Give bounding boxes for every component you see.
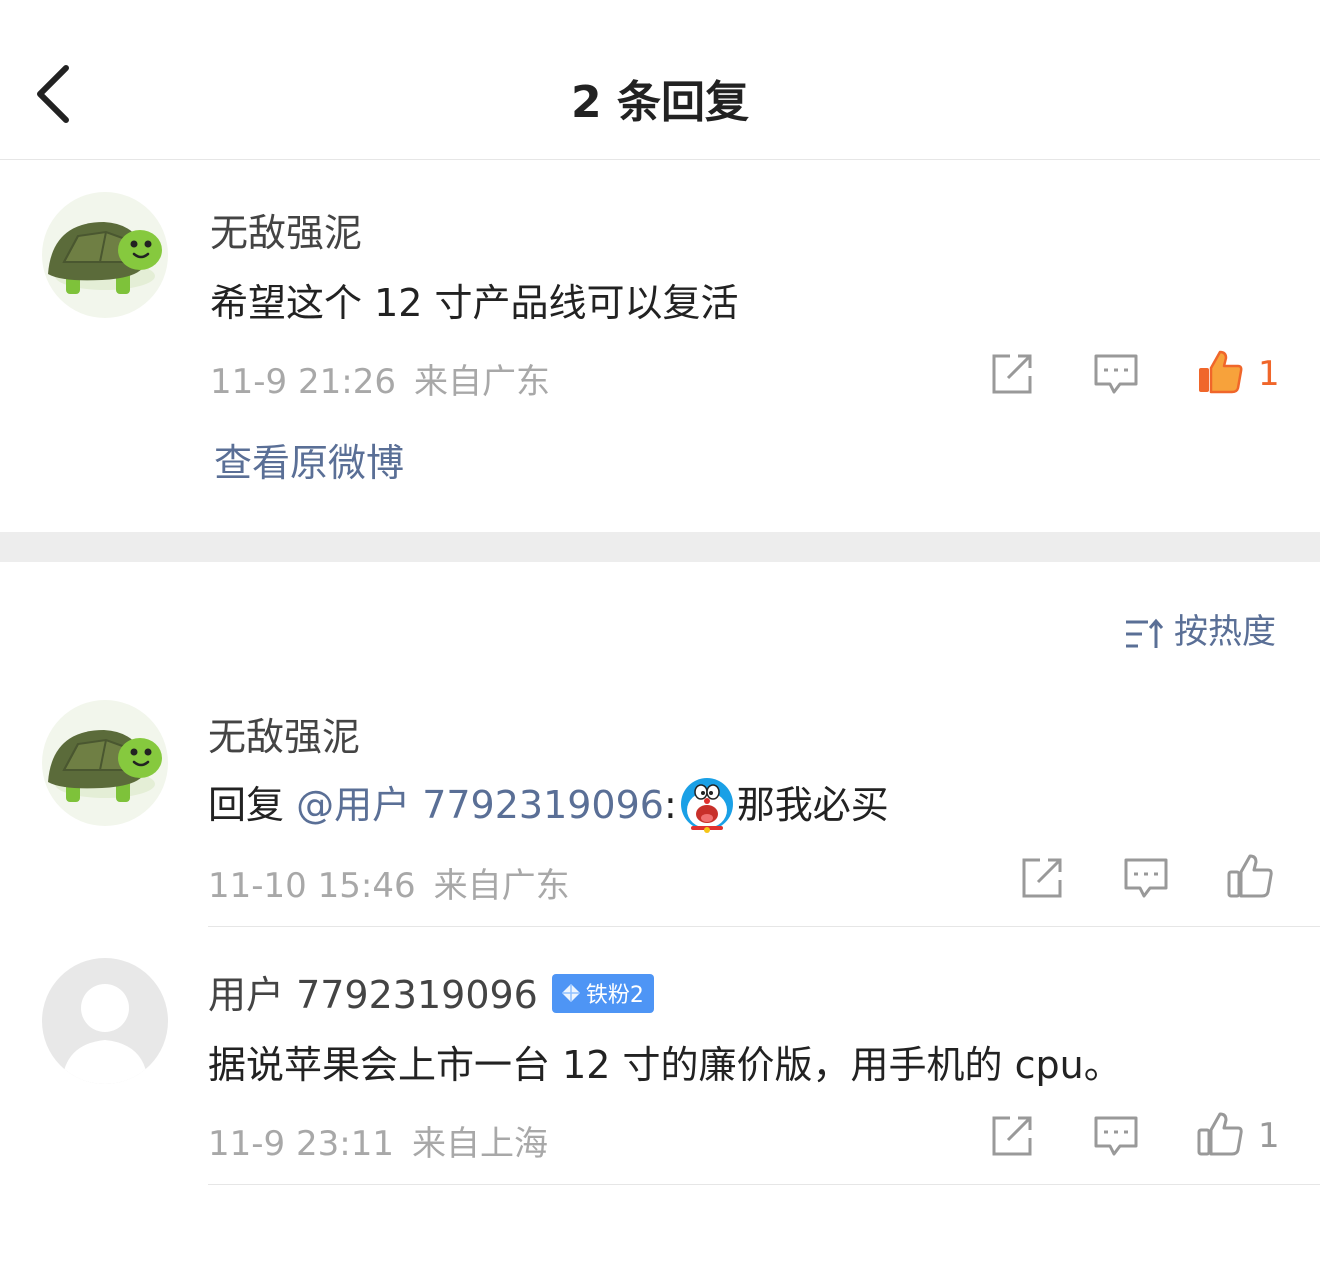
share-button[interactable]: [988, 350, 1036, 398]
comment-source: 来自广东: [413, 362, 550, 402]
comment-icon: [1094, 1116, 1138, 1156]
like-count: 1: [1258, 354, 1280, 394]
mention-link[interactable]: @用户 7792319096: [296, 783, 664, 827]
badge-label: 铁粉2: [585, 983, 644, 1008]
reply-meta: 11-9 23:11 来自上海: [208, 1116, 548, 1165]
sort-icon: [1126, 618, 1164, 648]
reply-meta: 11-10 15:46 来自广东: [208, 858, 570, 907]
doraemon-emoji-icon: [677, 774, 737, 834]
like-button[interactable]: [1196, 348, 1244, 396]
sort-button[interactable]: 按热度: [1124, 604, 1276, 653]
thumbs-up-icon: [1199, 350, 1243, 394]
reply-source: 来自广东: [433, 866, 570, 906]
avatar[interactable]: [42, 192, 168, 318]
comment-icon: [1124, 858, 1168, 898]
comment-icon: [1094, 354, 1138, 394]
username[interactable]: 无敌强泥: [210, 202, 362, 257]
default-user-avatar-icon: [42, 958, 168, 1084]
turtle-avatar-icon: [42, 700, 168, 826]
reply-prefix: 回复: [208, 783, 285, 827]
avatar[interactable]: [42, 700, 168, 826]
username[interactable]: 无敌强泥: [208, 706, 360, 761]
share-button[interactable]: [1018, 854, 1066, 902]
reply-text: 回复 @用户 7792319096: 那我必买: [208, 774, 889, 838]
reply-body: 那我必买: [736, 783, 889, 827]
diamond-icon: [560, 982, 582, 1010]
share-icon: [1022, 858, 1062, 898]
header-divider: [0, 159, 1320, 160]
thumbs-up-icon: [1227, 854, 1273, 898]
section-divider: [0, 532, 1320, 562]
reply-colon: :: [663, 783, 677, 827]
comment-button[interactable]: [1092, 350, 1140, 398]
username[interactable]: 用户 7792319096 铁粉2: [208, 964, 654, 1019]
sort-label: 按热度: [1174, 612, 1276, 652]
share-icon: [992, 354, 1032, 394]
reply-source: 来自上海: [411, 1124, 548, 1164]
reply-time: 11-9 23:11: [208, 1124, 394, 1164]
thumbs-up-icon: [1197, 1112, 1243, 1156]
turtle-avatar-icon: [42, 192, 168, 318]
avatar[interactable]: [42, 958, 168, 1084]
share-button[interactable]: [988, 1112, 1036, 1160]
username-text: 用户 7792319096: [208, 973, 538, 1017]
reply-text: 据说苹果会上市一台 12 寸的廉价版，用手机的 cpu。: [208, 1043, 1122, 1087]
view-original-link[interactable]: 查看原微博: [214, 432, 404, 487]
like-button[interactable]: [1196, 1110, 1244, 1158]
comment-button[interactable]: [1122, 854, 1170, 902]
fan-badge[interactable]: 铁粉2: [551, 974, 654, 1013]
reply-divider: [208, 926, 1320, 927]
comment-meta: 11-9 21:26 来自广东: [210, 354, 550, 403]
comment-button[interactable]: [1092, 1112, 1140, 1160]
comment-text: 希望这个 12 寸产品线可以复活: [210, 281, 739, 325]
like-count: 1: [1258, 1116, 1280, 1156]
reply-divider: [208, 1184, 1320, 1185]
like-button[interactable]: [1226, 852, 1274, 900]
reply-time: 11-10 15:46: [208, 866, 416, 906]
share-icon: [992, 1116, 1032, 1156]
page-title: 2 条回复: [571, 77, 749, 128]
comment-time: 11-9 21:26: [210, 362, 396, 402]
